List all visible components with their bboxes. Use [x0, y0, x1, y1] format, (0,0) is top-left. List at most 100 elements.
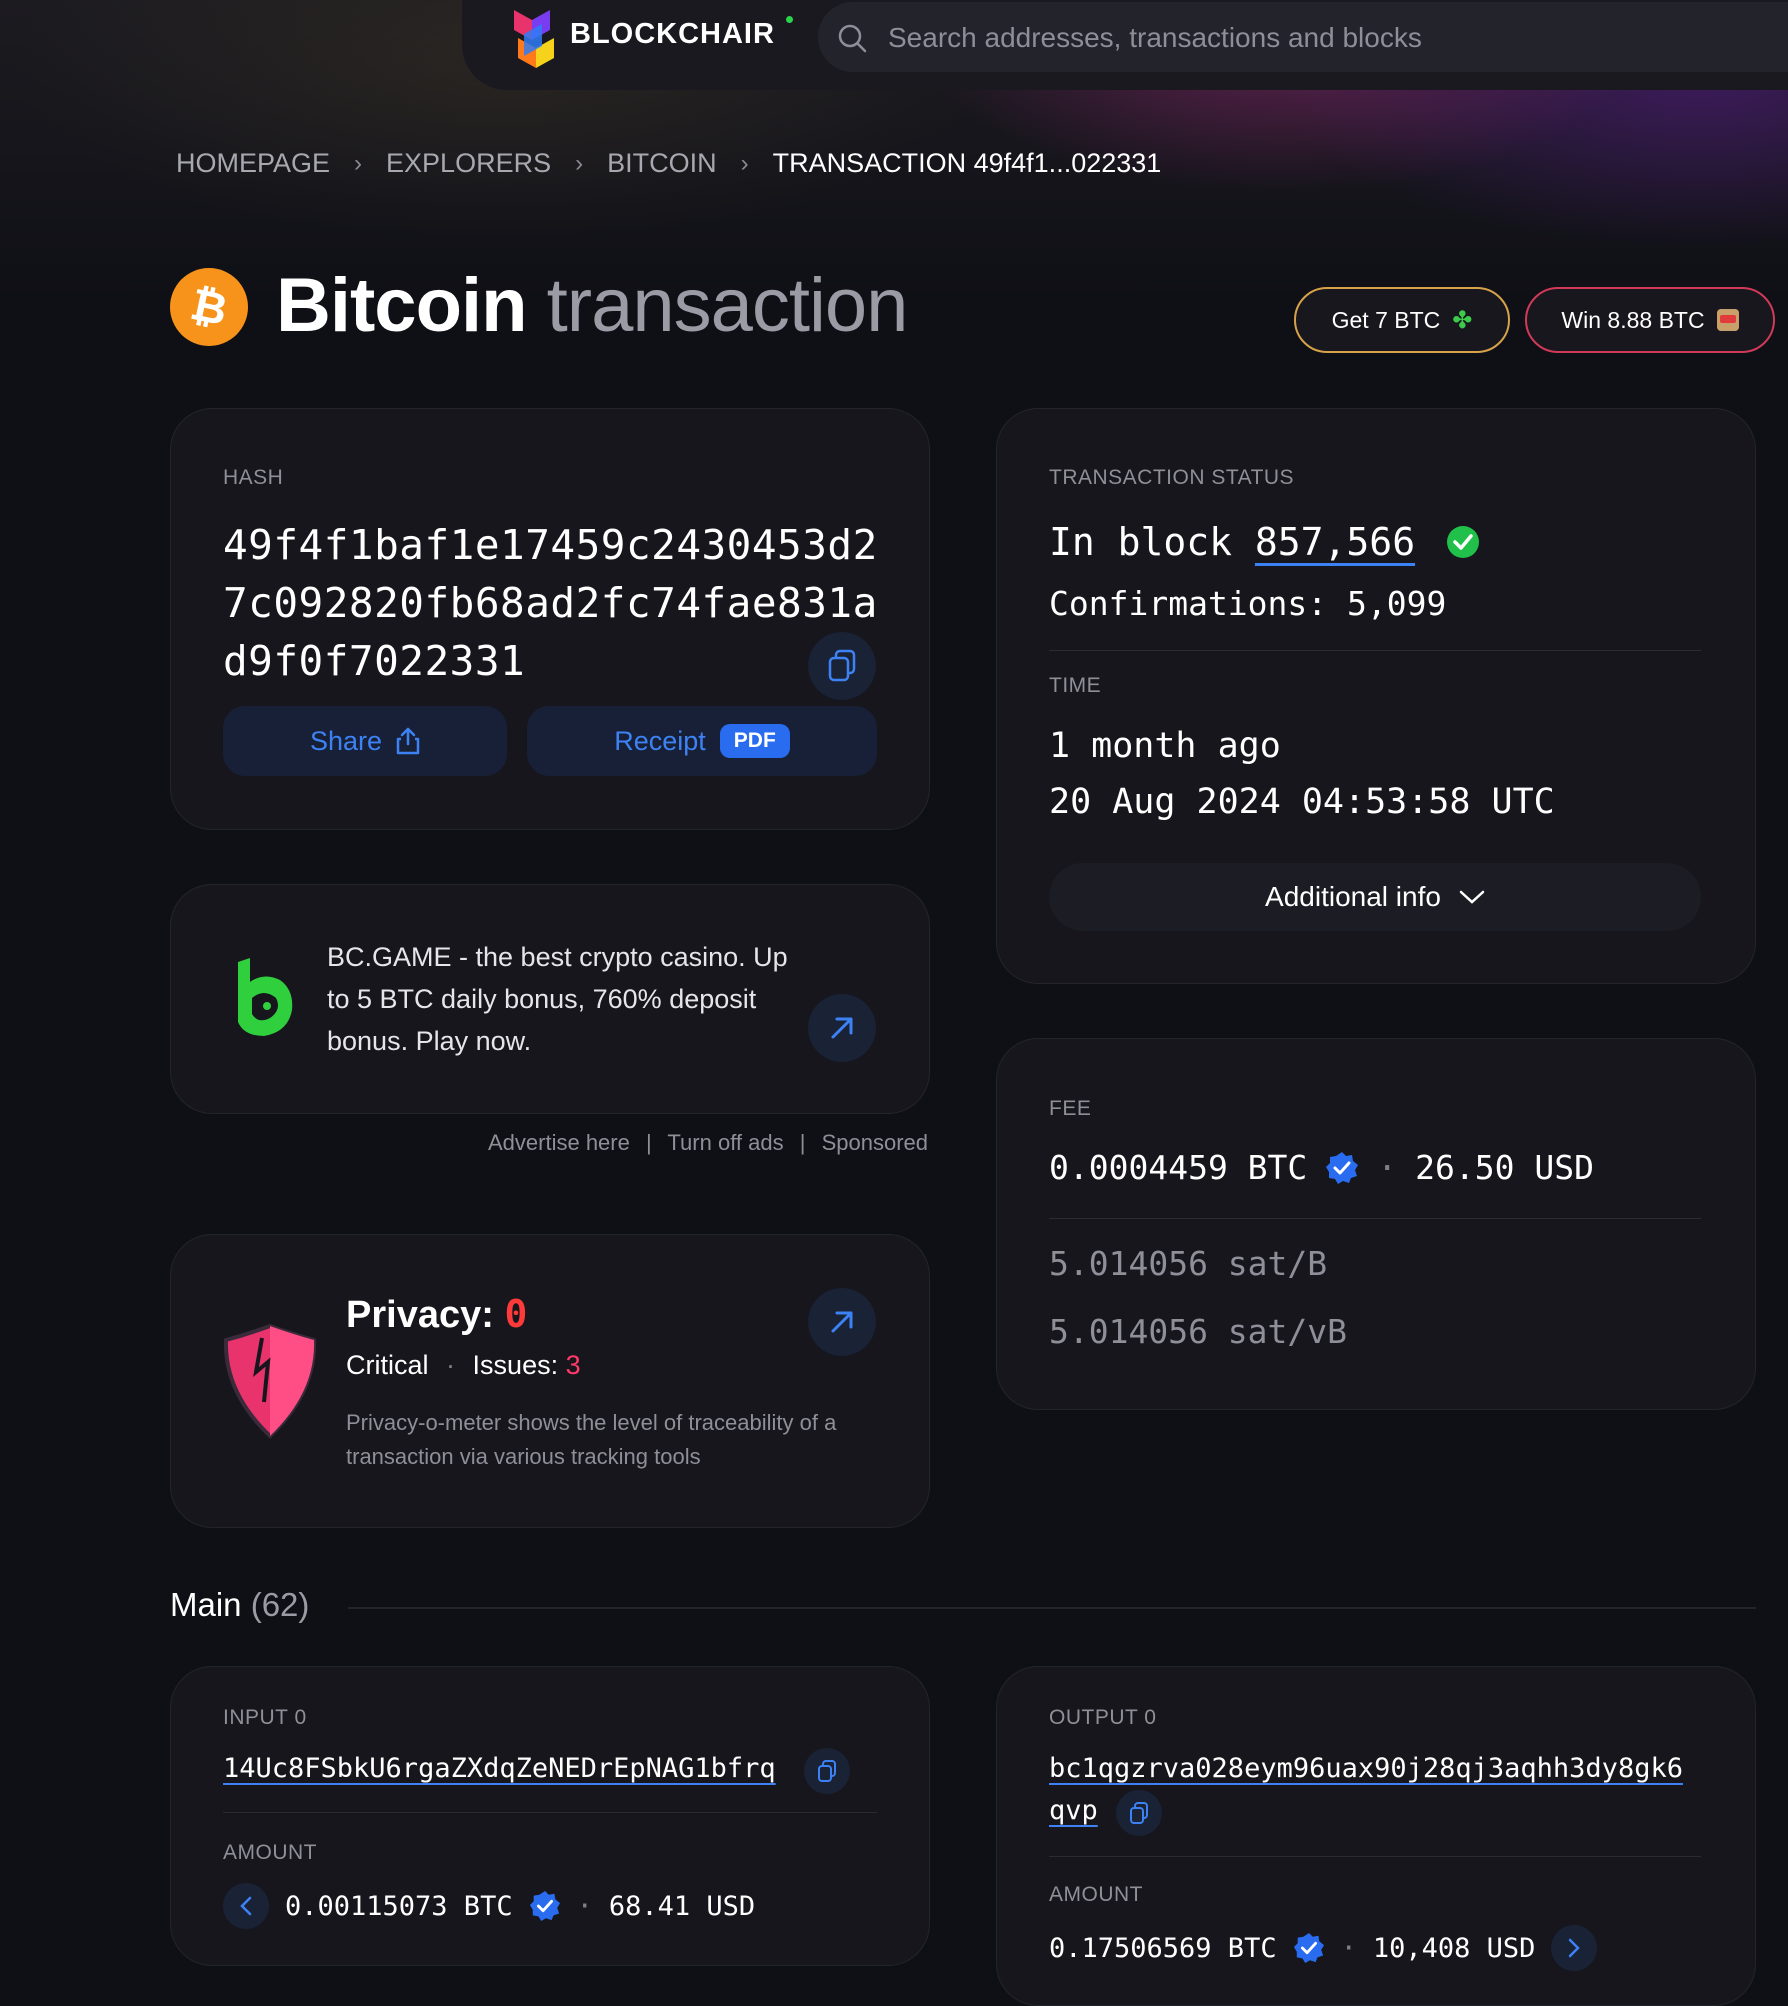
page-title: Bitcoin transaction — [276, 262, 909, 349]
privacy-score: Privacy: 0 — [346, 1292, 527, 1337]
share-button[interactable]: Share — [223, 706, 507, 776]
shield-icon — [223, 1323, 317, 1439]
fee-label: FEE — [1049, 1097, 1092, 1120]
divider — [223, 1812, 877, 1813]
fee-amount: 0.0004459 BTC · 26.50 USD — [1049, 1148, 1594, 1187]
win-btc-button[interactable]: Win 8.88 BTC — [1525, 287, 1775, 353]
status-label: TRANSACTION STATUS — [1049, 466, 1295, 489]
output-address-link[interactable]: bc1qgzrva028eym96uax90j28qj3aqhh3dy8gk6 — [1049, 1748, 1683, 1790]
chevron-down-icon — [1459, 890, 1485, 904]
breadcrumb-homepage[interactable]: HOMEPAGE — [176, 148, 330, 179]
breadcrumb-current: TRANSACTION 49f4f1...022331 — [772, 148, 1162, 178]
separator-dot: · — [446, 1350, 456, 1380]
chevron-right-icon: › — [740, 149, 749, 177]
input-amount: 0.00115073 BTC · 68.41 USD — [223, 1883, 755, 1929]
output-usd: 10,408 USD — [1372, 1932, 1536, 1964]
privacy-summary: Critical · Issues: 3 — [346, 1350, 581, 1381]
output-amount: 0.17506569 BTC · 10,408 USD — [1049, 1925, 1598, 1971]
output-label: OUTPUT 0 — [1049, 1706, 1157, 1729]
copy-icon — [1130, 1802, 1148, 1824]
privacy-open-button[interactable] — [808, 1288, 876, 1356]
section-count: (62) — [250, 1586, 310, 1623]
verified-icon — [1293, 1932, 1324, 1964]
separator-dot: · — [1340, 1932, 1357, 1964]
advertise-link[interactable]: Advertise here — [488, 1130, 630, 1155]
breadcrumb-bitcoin[interactable]: BITCOIN — [607, 148, 717, 179]
confirmations: Confirmations: 5,099 — [1049, 584, 1447, 623]
ad-open-button[interactable] — [808, 994, 876, 1062]
ad-divider: | — [799, 1130, 806, 1155]
ad-links: Advertise here | Turn off ads | Sponsore… — [488, 1130, 928, 1156]
divider — [1049, 650, 1701, 651]
output-amount-label: AMOUNT — [1049, 1883, 1143, 1906]
fee-card — [996, 1038, 1756, 1410]
input-prev-button[interactable] — [223, 1883, 269, 1929]
search-icon — [838, 24, 867, 53]
input-amount-label: AMOUNT — [223, 1841, 317, 1864]
bitcoin-icon: ₿ — [170, 268, 248, 346]
win-btc-label: Win 8.88 BTC — [1561, 306, 1705, 333]
chevron-left-icon — [240, 1896, 252, 1916]
chevron-right-icon — [1569, 1938, 1581, 1958]
turn-off-ads-link[interactable]: Turn off ads — [667, 1130, 783, 1155]
separator-dot: · — [1377, 1148, 1398, 1187]
page-title-sub: transaction — [546, 263, 909, 348]
share-label: Share — [309, 725, 383, 756]
additional-info-button[interactable]: Additional info — [1049, 863, 1701, 931]
section-label: Main — [170, 1586, 242, 1623]
divider — [1049, 1856, 1701, 1857]
output-next-button[interactable] — [1551, 1925, 1598, 1971]
brand-name[interactable]: BLOCKCHAIR — [570, 18, 775, 51]
bc-game-logo-icon — [238, 958, 293, 1036]
sponsored-label: Sponsored — [821, 1130, 928, 1155]
privacy-label: Privacy: — [346, 1294, 494, 1336]
copy-input-address-button[interactable] — [804, 1748, 850, 1794]
verified-icon — [529, 1890, 560, 1922]
output-address-link-continued[interactable]: qvp — [1049, 1790, 1098, 1832]
copy-icon — [818, 1760, 836, 1782]
in-block-prefix: In block — [1049, 520, 1233, 564]
time-relative: 1 month ago — [1049, 726, 1281, 766]
fee-sat-per-vbyte: 5.014056 sat/vB — [1049, 1312, 1348, 1351]
privacy-description: Privacy-o-meter shows the level of trace… — [346, 1410, 837, 1469]
receipt-button[interactable]: Receipt PDF — [527, 706, 877, 776]
block-link[interactable]: 857,566 — [1255, 520, 1415, 564]
clover-icon: ✤ — [1452, 306, 1473, 334]
search-placeholder[interactable]: Search addresses, transactions and block… — [888, 22, 1422, 54]
chevron-right-icon: › — [575, 149, 584, 177]
input-usd: 68.41 USD — [608, 1890, 756, 1922]
breadcrumb-explorers[interactable]: EXPLORERS — [386, 148, 551, 179]
section-title: Main (62) — [170, 1586, 309, 1624]
pdf-badge: PDF — [719, 724, 790, 758]
privacy-score-value: 0 — [504, 1292, 528, 1336]
fee-sat-per-byte: 5.014056 sat/B — [1049, 1244, 1328, 1283]
fee-usd: 26.50 USD — [1415, 1148, 1594, 1187]
input-label: INPUT 0 — [223, 1706, 307, 1729]
copy-icon — [828, 649, 856, 682]
transaction-hash: 49f4f1baf1e17459c2430453d27c092820fb68ad… — [223, 521, 878, 685]
issues-count: 3 — [565, 1350, 581, 1380]
receipt-label: Receipt — [614, 725, 706, 756]
ad-divider: | — [645, 1130, 652, 1155]
copy-hash-button[interactable] — [808, 632, 876, 700]
privacy-level: Critical — [346, 1350, 429, 1380]
share-icon — [396, 727, 420, 755]
block-info: In block 857,566 — [1049, 520, 1480, 564]
time-label: TIME — [1049, 674, 1102, 697]
check-circle-icon — [1446, 526, 1479, 558]
status-dot — [786, 16, 793, 23]
copy-output-address-button[interactable] — [1116, 1790, 1162, 1836]
ad-text[interactable]: BC.GAME - the best crypto casino. Up to … — [327, 936, 797, 1062]
slot-machine-icon — [1716, 309, 1739, 331]
get-btc-label: Get 7 BTC — [1331, 306, 1441, 333]
page-title-main: Bitcoin — [276, 263, 528, 348]
output-btc: 0.17506569 BTC — [1049, 1932, 1277, 1964]
divider — [1049, 1218, 1701, 1219]
arrow-up-right-icon — [831, 1017, 853, 1039]
arrow-up-right-icon — [831, 1311, 853, 1333]
input-address-link[interactable]: 14Uc8FSbkU6rgaZXdqZeNEDrEpNAG1bfrq — [223, 1748, 776, 1790]
get-btc-button[interactable]: Get 7 BTC ✤ — [1294, 287, 1510, 353]
breadcrumb: HOMEPAGE › EXPLORERS › BITCOIN › TRANSAC… — [176, 148, 1161, 179]
issues-label: Issues: — [472, 1350, 559, 1380]
hash-label: HASH — [223, 466, 284, 489]
